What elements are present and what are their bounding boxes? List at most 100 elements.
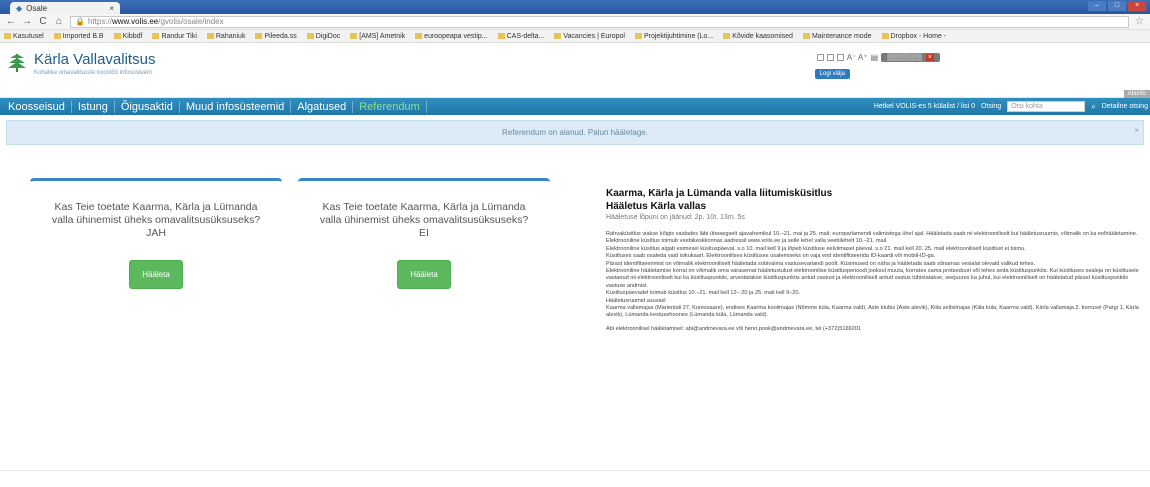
bookmark-item[interactable]: Randur Tiki (152, 32, 197, 40)
reload-icon[interactable]: C (38, 16, 48, 27)
bookmark-item[interactable]: Dropbox - Home - (881, 32, 947, 40)
maximize-icon[interactable]: □ (1108, 1, 1126, 11)
article-title: Kaarma, Kärla ja Lümanda valla liitumisk… (606, 188, 833, 199)
user-close-icon[interactable]: × (925, 54, 934, 61)
bookmark-label: Randur Tiki (161, 32, 197, 40)
bookmark-item[interactable]: DigiDoc (306, 32, 341, 40)
layout-icon[interactable] (816, 54, 824, 61)
folder-icon (634, 32, 642, 39)
help-button[interactable]: Abiinfo (1123, 90, 1150, 98)
bookmark-item[interactable]: Pileeda.ss (255, 32, 297, 40)
bookmark-item[interactable]: CAS-delta... (497, 33, 544, 40)
bookmark-label: Rahaniuk (215, 32, 246, 40)
vote-card-no: Kas Teie toetate Kaarma, Kärla ja Lümand… (298, 178, 550, 298)
vote-no-button[interactable]: Hääleta (397, 260, 451, 289)
nav-item-muud-infosusteemid[interactable]: Muud infosüsteemid (180, 100, 292, 113)
bookmark-item[interactable]: euroopeapa vestip... (415, 32, 488, 40)
home-icon[interactable]: ⌂ (54, 16, 64, 27)
window-controls: – □ × (1088, 1, 1146, 11)
bookmark-item[interactable]: Maintenance mode (802, 32, 872, 40)
bookmark-label: Kasutusel (13, 32, 44, 40)
article-paragraph: Hääletusruumid asuvad: (606, 297, 667, 304)
online-status: Hetkel VOLIS-es 5 külalist / lisi 0 (873, 103, 975, 110)
article-body: Rahvaküsitlus viakse kõigis vaidades läb… (606, 231, 1141, 320)
search-label: Otsing (980, 103, 1002, 110)
bookmark-item[interactable]: Vacancies | Europol (554, 33, 625, 40)
forward-icon[interactable]: → (22, 16, 32, 27)
detailed-search-link[interactable]: Detailne otsing (1102, 103, 1150, 110)
close-notice-icon[interactable]: × (1134, 126, 1139, 135)
close-window-icon[interactable]: × (1128, 1, 1146, 11)
bookmark-item[interactable]: Imported B.B (53, 32, 104, 40)
url-host: www.volis.ee (111, 17, 159, 26)
folder-icon (415, 32, 423, 39)
bookmark-item[interactable]: Projektijuhtimine (Lo... (634, 32, 714, 40)
bookmark-label: Kõvide kaasomised (732, 32, 793, 40)
folder-icon (554, 32, 562, 39)
nav-item-algatused[interactable]: Algatused (291, 100, 354, 113)
article-paragraph: Pärast identifitseerimist on võimalik el… (606, 260, 1036, 267)
close-tab-icon[interactable]: × (109, 4, 114, 13)
layout-icon[interactable] (826, 54, 834, 61)
article-paragraph: Rahvaküsitlus viakse kõigis vaidades läb… (606, 231, 1138, 237)
font-size-icon[interactable]: A⁻ A⁺ (847, 53, 868, 62)
user-badge[interactable]: ▒▒▒▒▒▒▒ × (881, 53, 940, 62)
url-path: /gvolis/osale/index (158, 17, 224, 26)
folder-icon (113, 32, 121, 39)
referendum-info: Kaarma, Kärla ja Lümanda valla liitumisk… (606, 188, 1141, 332)
vote-card-yes: Kas Teie toetate Kaarma, Kärla ja Lümand… (30, 178, 282, 298)
article-subtitle: Hääletus Kärla vallas (606, 201, 707, 212)
minimize-icon[interactable]: – (1088, 1, 1106, 11)
nav-item-koosseisud[interactable]: Koosseisud (2, 100, 72, 113)
article-paragraph: Kaarma vallamajas (Marientali 27, Kuress… (606, 305, 1139, 319)
bookmark-label: Kibbdf (122, 32, 143, 40)
browser-tab[interactable]: ◆ Osale × (10, 2, 120, 14)
favicon-icon: ◆ (16, 3, 23, 13)
search-icon[interactable]: ⌕ (1091, 102, 1095, 112)
folder-icon (4, 32, 11, 39)
tree-icon (8, 54, 26, 72)
bookmark-star-icon[interactable]: ☆ (1135, 16, 1144, 27)
nav-item-referendum[interactable]: Referendum (353, 100, 427, 113)
article-paragraph: Küsitluses saab osaleda vaid isikukaart.… (606, 253, 936, 260)
site-logo[interactable]: Kärla Vallavalitsus Kohalike omavalitsus… (6, 51, 155, 76)
nav-item-oigusaktid[interactable]: Õigusaktid (115, 100, 180, 113)
bookmark-item[interactable]: Rahaniuk (206, 32, 246, 40)
bookmark-label: Imported B.B (62, 32, 104, 40)
bookmark-label: [AMS] Ametnik (359, 32, 406, 40)
footer (0, 470, 1150, 475)
bookmark-item[interactable]: Kasutusel (4, 33, 44, 40)
url-prefix: https:// (87, 17, 112, 26)
folder-icon (206, 32, 214, 39)
article-paragraph: Elektrooniline küsitlus algab esimesel k… (606, 245, 1026, 252)
header-tools: A⁻ A⁺ ▤ ▒▒▒▒▒▒▒ × (816, 53, 940, 62)
bookmark-label: DigiDoc (315, 32, 341, 40)
nav-item-istung[interactable]: Istung (72, 100, 115, 113)
notice-text: Referendum on alanud. Palun hääletage. (502, 128, 648, 137)
vote-yes-button[interactable]: Hääleta (129, 260, 183, 289)
folder-icon (881, 32, 889, 39)
bookmark-label: Dropbox - Home - (890, 32, 947, 40)
time-remaining: Hääletuse lõpuni on jäänud: 2p. 10t. 13m… (606, 214, 745, 221)
back-icon[interactable]: ← (6, 16, 16, 27)
site-subtitle: Kohalike omavalitsuste koostöö infosüste… (34, 70, 153, 76)
bookmark-item[interactable]: Kõvide kaasomised (723, 33, 793, 40)
print-icon[interactable]: ▤ (871, 53, 879, 62)
folder-icon (53, 32, 61, 39)
nav-right: Hetkel VOLIS-es 5 külalist / lisi 0 Otsi… (874, 101, 1150, 112)
search-input[interactable]: Otsi kohta (1007, 101, 1086, 112)
browser-titlebar: ◆ Osale × – □ × (0, 0, 1150, 14)
bookmark-item[interactable]: [AMS] Ametnik (350, 33, 405, 40)
bookmark-item[interactable]: Kibbdf (113, 32, 143, 40)
browser-navbar: ← → C ⌂ 🔒 https:// www.volis.ee /gvolis/… (0, 14, 1150, 30)
address-bar[interactable]: 🔒 https:// www.volis.ee /gvolis/osale/in… (70, 15, 1130, 28)
bookmark-label: Projektijuhtimine (Lo... (643, 32, 714, 40)
bookmark-label: Pileeda.ss (264, 32, 297, 40)
bookmark-label: Maintenance mode (811, 32, 872, 40)
folder-icon (306, 32, 314, 39)
layout-icon[interactable] (836, 54, 844, 61)
bookmark-label: euroopeapa vestip... (424, 32, 488, 40)
logout-button[interactable]: Logi välja (814, 69, 850, 79)
article-paragraph: Elektrooniline küsitlus toimub veebikesk… (606, 238, 888, 245)
notice-banner: Referendum on alanud. Palun hääletage. × (6, 120, 1144, 145)
